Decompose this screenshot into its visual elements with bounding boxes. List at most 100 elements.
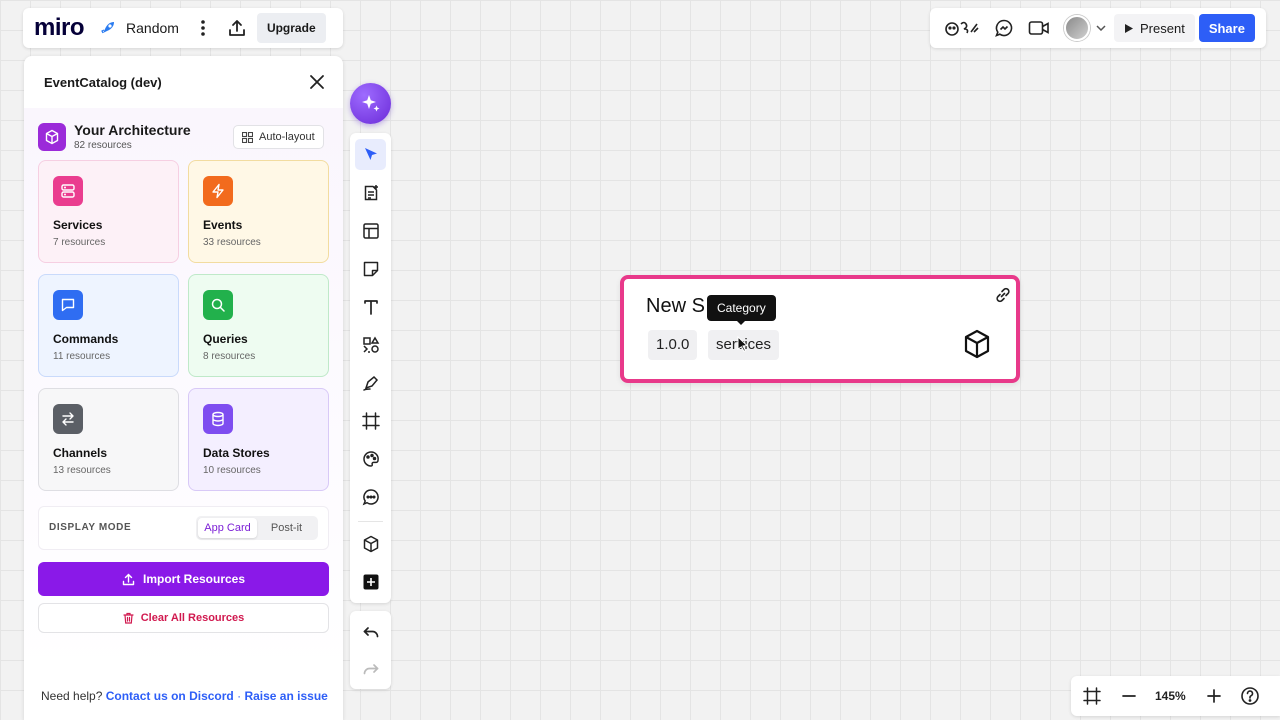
- discord-link[interactable]: Contact us on Discord: [106, 689, 234, 703]
- mode-app-card[interactable]: App Card: [198, 518, 257, 538]
- upload-icon: [122, 573, 135, 586]
- zoom-in-icon[interactable]: [1206, 688, 1222, 704]
- grid-icon: [242, 131, 253, 143]
- database-icon: [203, 404, 233, 434]
- help-icon[interactable]: [1240, 686, 1260, 706]
- upload-icon[interactable]: [227, 18, 247, 38]
- architecture-title: Your Architecture: [74, 122, 191, 138]
- upgrade-button[interactable]: Upgrade: [256, 13, 326, 43]
- templates-tool[interactable]: [355, 177, 386, 208]
- note-plus-icon: [362, 184, 380, 202]
- eventcatalog-app-tool[interactable]: [355, 528, 386, 559]
- shapes-tool[interactable]: [355, 329, 386, 360]
- card-title: Events: [203, 218, 243, 232]
- plus-square-icon: [362, 573, 380, 591]
- pen-tool[interactable]: [355, 367, 386, 398]
- auto-layout-button[interactable]: Auto-layout: [233, 125, 324, 149]
- avatar[interactable]: [1064, 15, 1090, 41]
- more-apps-tool[interactable]: [355, 566, 386, 597]
- sticky-note-tool[interactable]: [355, 253, 386, 284]
- toolbar-divider: [358, 521, 383, 522]
- comment-icon: [362, 488, 380, 506]
- rocket-icon: [100, 20, 116, 36]
- import-resources-button[interactable]: Import Resources: [38, 562, 329, 596]
- chevron-down-icon[interactable]: [1096, 25, 1106, 31]
- pen-icon: [362, 374, 380, 392]
- sparkle-icon: [360, 93, 382, 115]
- cube-icon: [963, 329, 991, 359]
- undo-icon: [362, 623, 380, 641]
- resource-card-data-stores[interactable]: Data Stores 10 resources: [188, 388, 329, 491]
- resource-card-queries[interactable]: Queries 8 resources: [188, 274, 329, 377]
- canvas-app-card[interactable]: New S 1.0.0 services: [620, 275, 1020, 383]
- frame-icon[interactable]: [1083, 687, 1101, 705]
- comment-tool[interactable]: [355, 481, 386, 512]
- server-icon: [53, 176, 83, 206]
- zoom-controls: 145%: [1071, 676, 1280, 716]
- zoom-level[interactable]: 145%: [1155, 689, 1186, 703]
- help-row: Need help? Contact us on Discord · Raise…: [41, 689, 328, 703]
- redo-button[interactable]: [355, 653, 386, 684]
- resource-card-services[interactable]: Services 7 resources: [38, 160, 179, 263]
- card-count: 11 resources: [53, 351, 111, 362]
- zoom-out-icon[interactable]: [1121, 688, 1137, 704]
- present-button[interactable]: Present: [1114, 14, 1195, 42]
- history-toolbar: [350, 611, 391, 689]
- text-tool[interactable]: [355, 291, 386, 322]
- card-title: Channels: [53, 446, 108, 460]
- link-icon[interactable]: [993, 285, 1013, 305]
- import-label: Import Resources: [142, 572, 246, 586]
- card-title: Queries: [203, 332, 248, 346]
- architecture-count: 82 resources: [74, 140, 132, 151]
- undo-button[interactable]: [355, 616, 386, 647]
- search-icon: [203, 290, 233, 320]
- resource-card-commands[interactable]: Commands 11 resources: [38, 274, 179, 377]
- shapes-icon: [362, 336, 380, 354]
- emoji-tool[interactable]: [355, 443, 386, 474]
- resource-card-events[interactable]: Events 33 resources: [188, 160, 329, 263]
- sticky-note-icon: [362, 260, 380, 278]
- close-icon[interactable]: [308, 73, 326, 91]
- arrows-swap-icon: [53, 404, 83, 434]
- resource-card-channels[interactable]: Channels 13 resources: [38, 388, 179, 491]
- card-title: Services: [53, 218, 103, 232]
- display-mode-label: DISPLAY MODE: [49, 522, 132, 533]
- card-count: 13 resources: [53, 465, 111, 476]
- panel-content: Your Architecture 82 resources Auto-layo…: [24, 108, 343, 673]
- clear-all-resources-button[interactable]: Clear All Resources: [38, 603, 329, 633]
- play-icon: [1124, 23, 1134, 34]
- collaboration-bar: Present Share: [930, 8, 1266, 48]
- collaborators[interactable]: [1064, 15, 1106, 41]
- miro-logo[interactable]: miro: [34, 14, 85, 42]
- card-name[interactable]: New S: [646, 295, 705, 318]
- box-icon: [38, 123, 66, 151]
- clear-label: Clear All Resources: [140, 612, 245, 624]
- layout-tool[interactable]: [355, 215, 386, 246]
- board-name[interactable]: Random: [126, 20, 179, 36]
- video-icon[interactable]: [1028, 19, 1050, 37]
- share-button[interactable]: Share: [1198, 14, 1255, 42]
- select-tool[interactable]: [355, 139, 386, 170]
- display-mode-toggle: App Card Post-it: [196, 516, 318, 540]
- frame-tool[interactable]: [355, 405, 386, 436]
- cursor-arrow-icon: [362, 146, 380, 164]
- text-icon: [362, 298, 380, 316]
- board-menu-bar: miro Random Upgrade: [23, 8, 343, 48]
- category-tooltip: Category: [707, 295, 776, 321]
- chat-icon[interactable]: [994, 18, 1014, 38]
- tooltip-arrow: [736, 320, 746, 325]
- box-icon: [362, 535, 380, 553]
- reactions-icon[interactable]: [944, 18, 980, 38]
- trash-icon: [123, 612, 134, 624]
- ai-assistant-button[interactable]: [350, 83, 391, 124]
- help-separator: ·: [237, 689, 242, 703]
- mode-post-it[interactable]: Post-it: [257, 518, 316, 538]
- card-count: 10 resources: [203, 465, 261, 476]
- creation-toolbar: [350, 133, 391, 603]
- bolt-icon: [203, 176, 233, 206]
- redo-icon: [362, 660, 380, 678]
- card-count: 33 resources: [203, 237, 261, 248]
- palette-icon: [362, 450, 380, 468]
- raise-issue-link[interactable]: Raise an issue: [244, 689, 327, 703]
- more-vertical-icon[interactable]: [201, 20, 205, 36]
